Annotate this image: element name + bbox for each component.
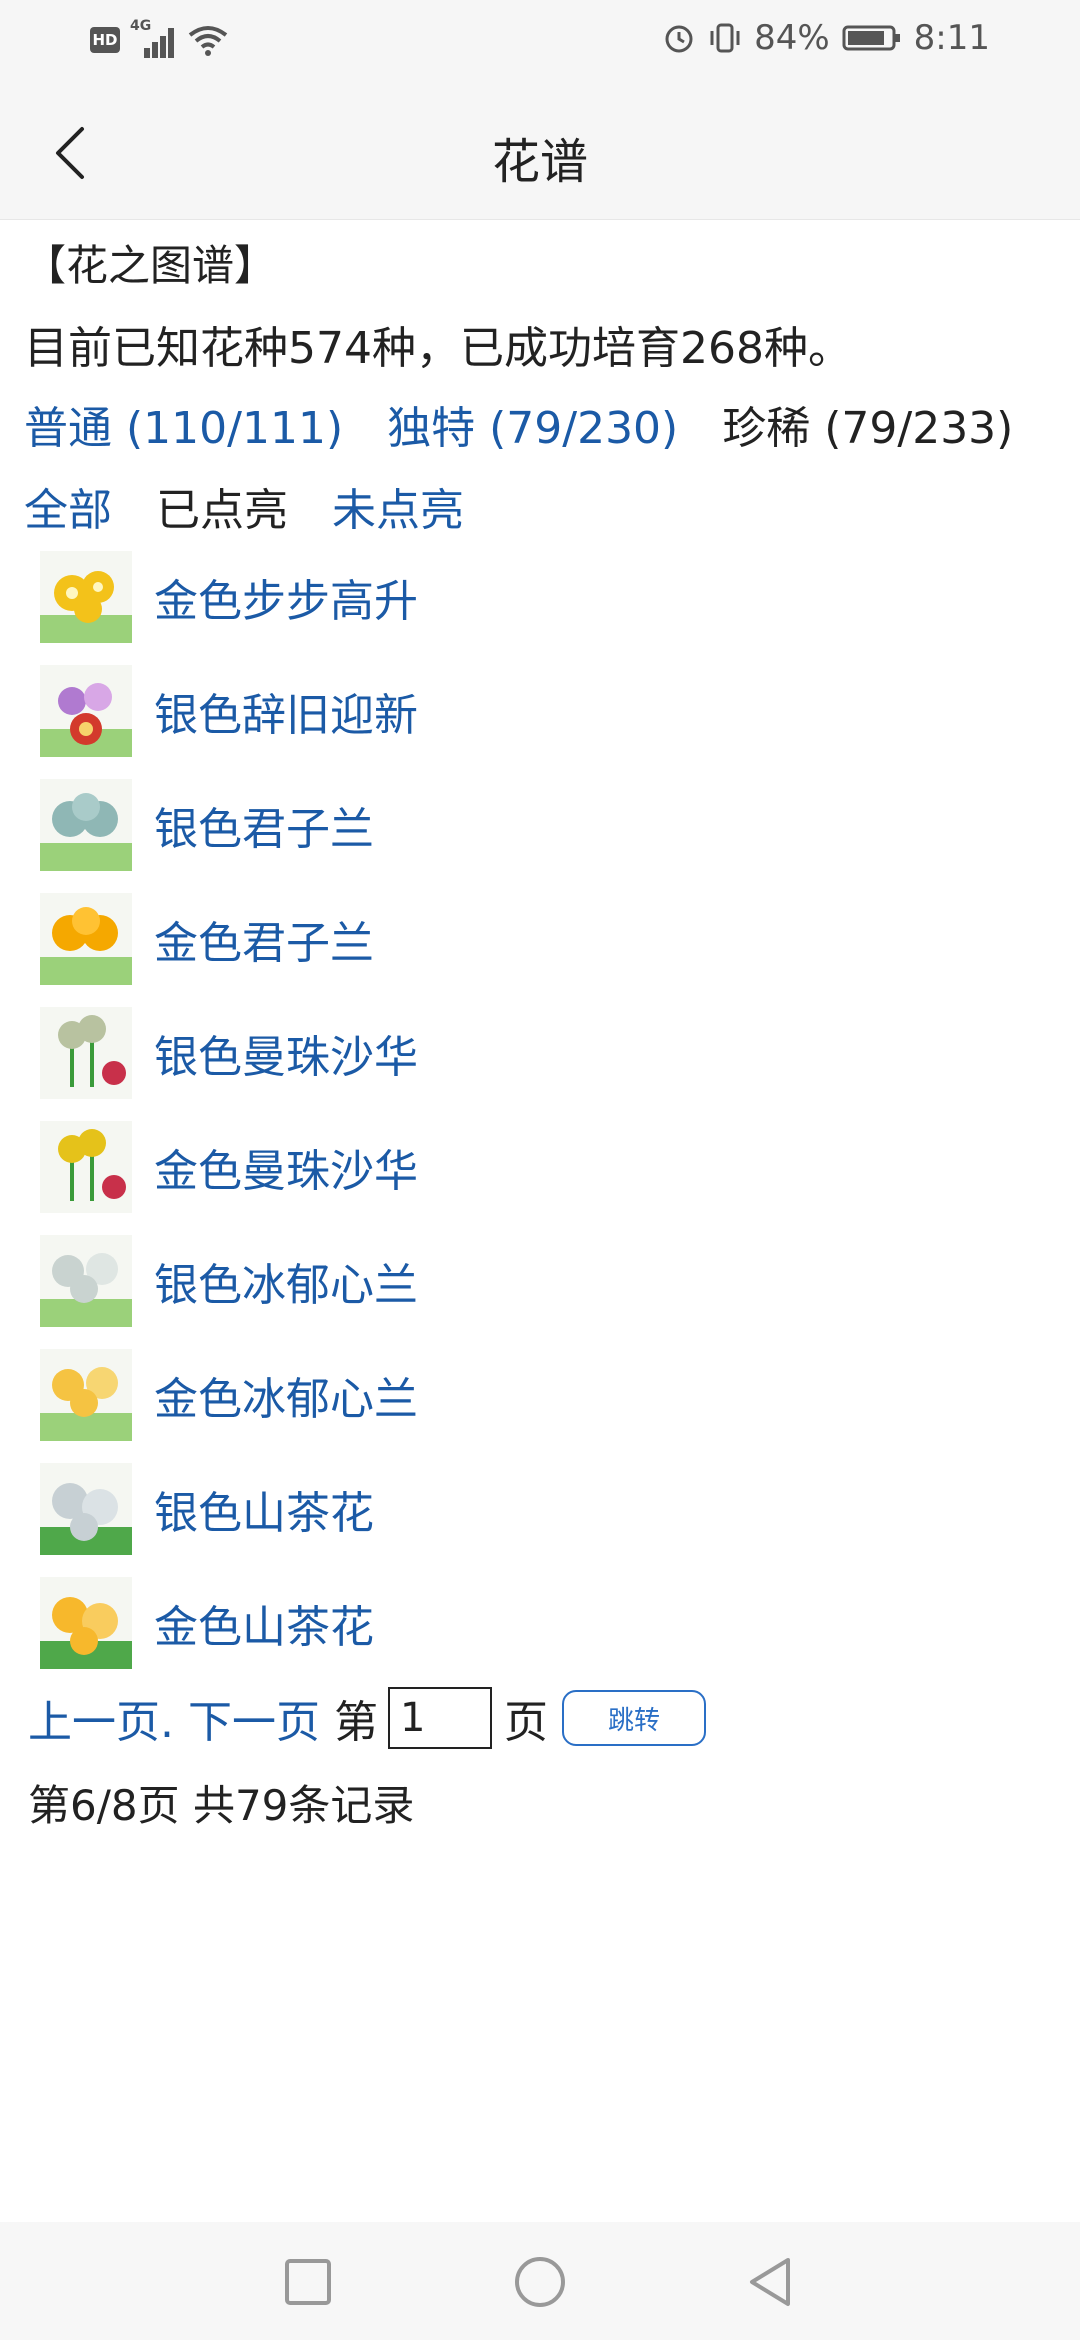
flower-name[interactable]: 金色曼珠沙华 <box>154 1135 418 1199</box>
flower-name[interactable]: 金色冰郁心兰 <box>154 1363 418 1427</box>
app-header: 花谱 <box>0 84 1080 220</box>
page-info: 第6/8页 共79条记录 <box>28 1781 415 1830</box>
network-type: 4G <box>130 18 152 34</box>
system-nav-bar <box>0 2222 1080 2340</box>
triangle-back-icon <box>750 2258 790 2306</box>
list-item[interactable]: 金色君子兰 <box>40 882 1040 996</box>
battery-icon <box>842 25 900 51</box>
list-item[interactable]: 银色君子兰 <box>40 768 1040 882</box>
tab-rare: 珍稀 (79/233) <box>722 403 1014 454</box>
list-item[interactable]: 银色冰郁心兰 <box>40 1224 1040 1338</box>
square-icon <box>285 2259 331 2305</box>
list-item[interactable]: 银色曼珠沙华 <box>40 996 1040 1110</box>
flower-icon <box>40 1121 132 1213</box>
alarm-icon <box>665 25 693 53</box>
list-item[interactable]: 金色冰郁心兰 <box>40 1338 1040 1452</box>
flower-icon <box>40 1577 132 1669</box>
filter-unlit[interactable]: 未点亮 <box>332 474 464 538</box>
wifi-icon <box>188 26 228 56</box>
home-button[interactable] <box>510 2252 570 2312</box>
filter-all[interactable]: 全部 <box>24 474 112 538</box>
flower-icon <box>40 665 132 757</box>
flower-icon <box>40 893 132 985</box>
flower-icon <box>40 1463 132 1555</box>
flower-name[interactable]: 金色山茶花 <box>154 1591 374 1655</box>
flower-list: 金色步步高升 银色辞旧迎新 银色君子兰 金色君子兰 银色曼珠沙华 金色曼珠沙华 … <box>40 540 1040 1680</box>
page-number-input[interactable]: 1 <box>388 1687 492 1749</box>
flower-name[interactable]: 银色冰郁心兰 <box>154 1249 418 1313</box>
rarity-tabs: 普通 (110/111) 独特 (79/230) 珍稀 (79/233) <box>24 392 1013 456</box>
flower-icon <box>40 1235 132 1327</box>
flower-name[interactable]: 银色曼珠沙华 <box>154 1021 418 1085</box>
signal-icon: 4G <box>130 18 178 58</box>
back-nav-button[interactable] <box>740 2252 800 2312</box>
flower-name[interactable]: 银色山茶花 <box>154 1477 374 1541</box>
list-item[interactable]: 金色曼珠沙华 <box>40 1110 1040 1224</box>
battery-percent: 84% <box>754 18 830 58</box>
list-item[interactable]: 金色步步高升 <box>40 540 1040 654</box>
list-item[interactable]: 银色山茶花 <box>40 1452 1040 1566</box>
page-label-suffix: 页 <box>504 1697 548 1748</box>
flower-name[interactable]: 银色辞旧迎新 <box>154 679 418 743</box>
status-bar: HD 4G 84% 8:11 <box>0 0 1080 84</box>
summary-text: 目前已知花种574种，已成功培育268种。 <box>24 323 852 374</box>
prev-page-link[interactable]: 上一页. <box>28 1686 174 1750</box>
flower-name[interactable]: 金色步步高升 <box>154 565 418 629</box>
list-item[interactable]: 金色山茶花 <box>40 1566 1040 1680</box>
flower-name[interactable]: 银色君子兰 <box>154 793 374 857</box>
status-right: 84% 8:11 <box>662 18 990 58</box>
next-page-link[interactable]: 下一页 <box>188 1686 320 1750</box>
status-left: HD 4G <box>90 18 228 58</box>
clock: 8:11 <box>913 18 990 58</box>
flower-name[interactable]: 金色君子兰 <box>154 907 374 971</box>
filter-lit: 已点亮 <box>156 485 288 536</box>
tab-common[interactable]: 普通 (110/111) <box>24 392 343 456</box>
page-title: 花谱 <box>491 134 588 190</box>
flower-icon <box>40 1349 132 1441</box>
vibrate-icon <box>710 23 740 53</box>
recents-button[interactable] <box>278 2252 338 2312</box>
list-item[interactable]: 银色辞旧迎新 <box>40 654 1040 768</box>
pager: 上一页. 下一页 第 1 页 跳转 <box>28 1686 706 1750</box>
flower-icon <box>40 1007 132 1099</box>
section-title: 【花之图谱】 <box>24 241 277 290</box>
page-label-prefix: 第 <box>334 1697 378 1748</box>
flower-icon <box>40 551 132 643</box>
tab-unique[interactable]: 独特 (79/230) <box>387 392 678 456</box>
hd-badge: HD <box>90 27 120 53</box>
filter-tabs: 全部 已点亮 未点亮 <box>24 474 464 538</box>
jump-button[interactable]: 跳转 <box>562 1690 706 1746</box>
circle-icon <box>515 2257 565 2307</box>
flower-icon <box>40 779 132 871</box>
